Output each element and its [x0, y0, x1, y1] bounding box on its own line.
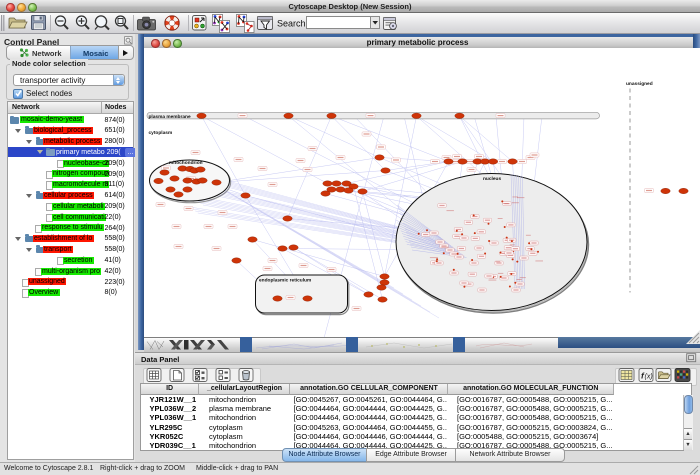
- svg-text:Search:: Search:: [277, 19, 308, 29]
- svg-text:nucleus: nucleus: [483, 176, 501, 182]
- svg-text:cytoplasm: cytoplasm: [148, 129, 172, 135]
- svg-text:plasma membrane: plasma membrane: [148, 113, 190, 119]
- svg-text:(x): (x): [645, 374, 653, 381]
- svg-text:mitochondrion: mitochondrion: [169, 160, 203, 166]
- svg-text:endoplasmic reticulum: endoplasmic reticulum: [259, 277, 311, 283]
- svg-text:unassigned: unassigned: [626, 81, 653, 87]
